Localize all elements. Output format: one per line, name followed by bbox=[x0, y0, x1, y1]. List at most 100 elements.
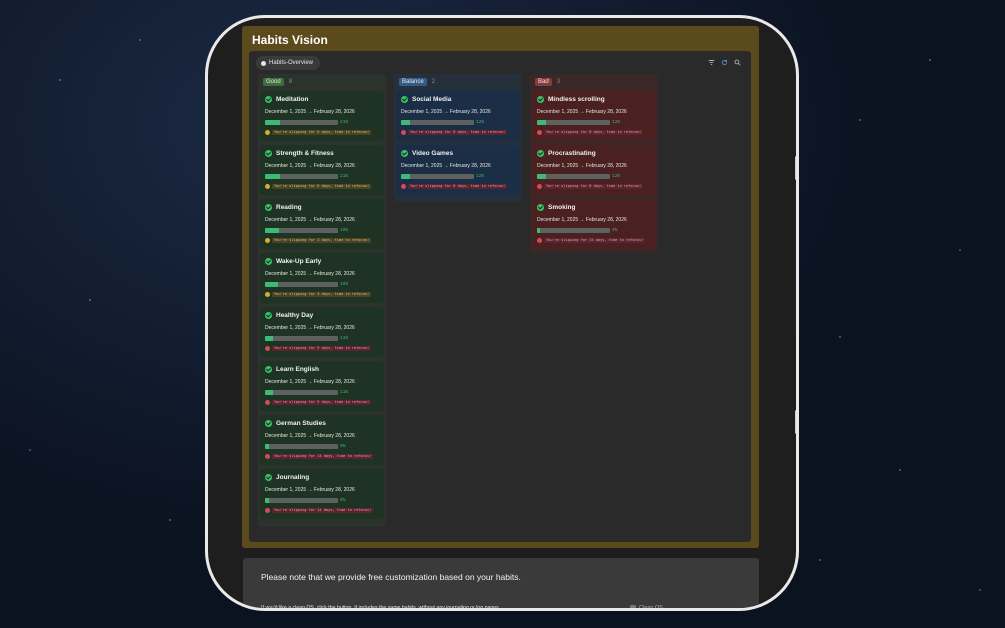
check-circle-icon bbox=[537, 96, 544, 103]
card-title-row: Learn English bbox=[265, 365, 379, 374]
tablet-frame: Habits Vision Habits-Overview Good 8 Med… bbox=[205, 15, 799, 611]
progress-fill bbox=[265, 497, 270, 503]
warning-icon bbox=[401, 129, 406, 135]
habit-card[interactable]: German Studies December 1, 2025 → Februar… bbox=[260, 415, 384, 465]
slipping-warning: You're slipping for 6 days, time to refo… bbox=[265, 183, 379, 189]
progress-percent: 21% bbox=[340, 173, 349, 179]
habit-card[interactable]: Strength & Fitness December 1, 2025 → Feb… bbox=[260, 145, 384, 195]
warning-text: You're slipping for 8 days, time to refo… bbox=[408, 183, 508, 189]
habit-card[interactable]: Learn English December 1, 2025 → February… bbox=[260, 361, 384, 411]
progress-bar bbox=[537, 173, 610, 179]
card-title-row: Mindless scrolling bbox=[537, 95, 651, 104]
warning-text: You're slipping for 6 days, time to refo… bbox=[272, 183, 372, 189]
view-tab-label: Habits-Overview bbox=[269, 60, 314, 66]
warning-icon bbox=[401, 183, 406, 189]
progress-bar bbox=[537, 119, 610, 125]
note-body: If you'd like a clean OS, click the butt… bbox=[261, 605, 501, 611]
habit-card[interactable]: Journaling December 1, 2025 → February 28… bbox=[260, 469, 384, 519]
tablet-side-button bbox=[795, 156, 796, 180]
habit-date-range: December 1, 2025 → February 28, 2026 bbox=[265, 163, 355, 169]
status-badge: Good bbox=[263, 78, 284, 86]
habit-date-range: December 1, 2025 → February 28, 2026 bbox=[265, 109, 355, 115]
column-count: 2 bbox=[431, 79, 436, 85]
card-title-row: Meditation bbox=[265, 95, 379, 104]
check-circle-icon bbox=[401, 150, 408, 157]
habit-card[interactable]: Procrastinating December 1, 2025 → Februa… bbox=[532, 145, 656, 195]
slipping-warning: You're slipping for 14 days, time to ref… bbox=[265, 507, 379, 513]
check-circle-icon bbox=[265, 258, 272, 265]
progress-fill bbox=[265, 227, 279, 233]
warning-icon bbox=[537, 183, 542, 189]
habit-card[interactable]: Social Media December 1, 2025 → February … bbox=[396, 91, 520, 141]
card-title-row: Procrastinating bbox=[537, 149, 651, 158]
filter-icon[interactable] bbox=[708, 59, 715, 66]
habit-card[interactable]: Wake-Up Early December 1, 2025 → February… bbox=[260, 253, 384, 303]
progress-bar bbox=[265, 281, 338, 287]
habit-title: Reading bbox=[276, 204, 302, 211]
progress-row: 6% bbox=[265, 443, 379, 449]
progress-fill bbox=[265, 389, 274, 395]
search-icon[interactable] bbox=[734, 59, 741, 66]
habit-title: Learn English bbox=[276, 366, 319, 373]
board-view-icon bbox=[261, 60, 266, 66]
column-header: Balance 2 bbox=[396, 77, 520, 87]
warning-icon bbox=[537, 129, 542, 135]
refresh-icon[interactable] bbox=[721, 59, 728, 66]
note-headline: Please note that we provide free customi… bbox=[261, 572, 521, 582]
column-bad: Bad 3 Mindless scrolling December 1, 2025… bbox=[530, 74, 658, 253]
slipping-warning: You're slipping for 8 days, time to refo… bbox=[537, 183, 651, 189]
card-title-row: Social Media bbox=[401, 95, 515, 104]
progress-bar bbox=[537, 227, 610, 233]
slipping-warning: You're slipping for 3 days, time to refo… bbox=[265, 291, 379, 297]
progress-bar bbox=[265, 389, 338, 395]
habit-card[interactable]: Reading December 1, 2025 → February 28, 2… bbox=[260, 199, 384, 249]
checkbox-icon bbox=[630, 605, 636, 608]
view-tab-habits-overview[interactable]: Habits-Overview bbox=[256, 56, 321, 70]
habit-title: Meditation bbox=[276, 96, 309, 103]
warning-icon bbox=[265, 291, 270, 297]
progress-bar bbox=[265, 497, 338, 503]
habit-date-range: December 1, 2025 → February 28, 2026 bbox=[537, 217, 627, 223]
habit-title: Video Games bbox=[412, 150, 454, 157]
habit-card[interactable]: Smoking December 1, 2025 → February 28, 2… bbox=[532, 199, 656, 249]
page-title: Habits Vision bbox=[252, 33, 328, 47]
progress-fill bbox=[537, 227, 540, 233]
habit-title: Smoking bbox=[548, 204, 576, 211]
progress-percent: 12% bbox=[476, 173, 485, 179]
warning-icon bbox=[265, 129, 270, 135]
habit-card[interactable]: Healthy Day December 1, 2025 → February 2… bbox=[260, 307, 384, 357]
card-list: Meditation December 1, 2025 → February 28… bbox=[260, 91, 384, 519]
check-circle-icon bbox=[537, 204, 544, 211]
habit-date-range: December 1, 2025 → February 28, 2026 bbox=[265, 217, 355, 223]
check-circle-icon bbox=[265, 366, 272, 373]
slipping-warning: You're slipping for 8 days, time to refo… bbox=[401, 183, 515, 189]
slipping-warning: You're slipping for 3 days, time to refo… bbox=[265, 237, 379, 243]
habit-card[interactable]: Mindless scrolling December 1, 2025 → Feb… bbox=[532, 91, 656, 141]
warning-text: You're slipping for 9 days, time to refo… bbox=[272, 345, 372, 351]
check-circle-icon bbox=[265, 420, 272, 427]
progress-row: 12% bbox=[537, 173, 651, 179]
progress-row: 11% bbox=[265, 335, 379, 341]
progress-bar bbox=[401, 173, 474, 179]
card-list: Social Media December 1, 2025 → February … bbox=[396, 91, 520, 195]
habit-title: Strength & Fitness bbox=[276, 150, 334, 157]
habit-date-range: December 1, 2025 → February 28, 2026 bbox=[537, 109, 627, 115]
progress-bar bbox=[265, 443, 338, 449]
habit-card[interactable]: Meditation December 1, 2025 → February 28… bbox=[260, 91, 384, 141]
check-circle-icon bbox=[265, 96, 272, 103]
habit-date-range: December 1, 2025 → February 28, 2026 bbox=[265, 325, 355, 331]
warning-text: You're slipping for 6 days, time to refo… bbox=[272, 129, 372, 135]
customization-note: Please note that we provide free customi… bbox=[243, 558, 759, 611]
progress-row: 18% bbox=[265, 281, 379, 287]
slipping-warning: You're slipping for 8 days, time to refo… bbox=[401, 129, 515, 135]
slipping-warning: You're slipping for 9 days, time to refo… bbox=[265, 345, 379, 351]
card-title-row: Wake-Up Early bbox=[265, 257, 379, 266]
habit-title: Healthy Day bbox=[276, 312, 314, 319]
warning-text: You're slipping for 14 days, time to ref… bbox=[272, 453, 374, 459]
habit-title: Journaling bbox=[276, 474, 310, 481]
habit-card[interactable]: Video Games December 1, 2025 → February 2… bbox=[396, 145, 520, 195]
clean-os-button[interactable]: Clean OS bbox=[630, 605, 663, 608]
warning-icon bbox=[265, 399, 270, 405]
habit-date-range: December 1, 2025 → February 28, 2026 bbox=[265, 379, 355, 385]
progress-fill bbox=[537, 173, 546, 179]
